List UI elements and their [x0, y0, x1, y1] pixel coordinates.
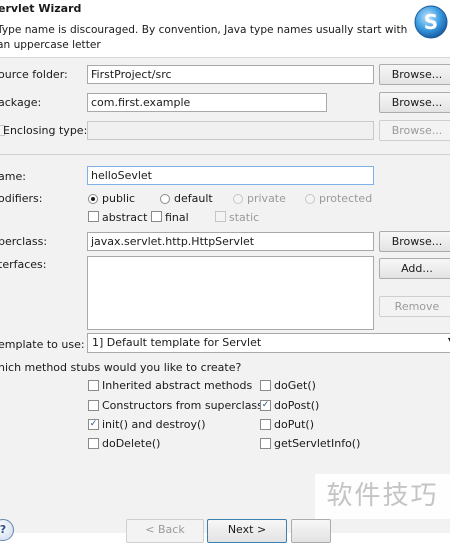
dodelete-checkbox[interactable] [88, 438, 99, 449]
enclosing-type-label: Enclosing type: [3, 124, 88, 137]
constructors-from-superclass-checkbox[interactable] [88, 400, 99, 411]
doget-checkbox[interactable] [260, 380, 271, 391]
protected-label: protected [319, 192, 373, 205]
wizard-banner: ervlet Wizard Type name is discouraged. … [0, 0, 450, 58]
abstract-label: abstract [102, 211, 148, 224]
final-checkbox[interactable] [151, 211, 162, 222]
private-radio[interactable] [233, 194, 243, 204]
doput-label: doPut() [274, 418, 315, 431]
inherited-abstract-methods-label: Inherited abstract methods [102, 379, 253, 392]
section-separator [0, 154, 450, 155]
inherited-abstract-methods-checkbox[interactable] [88, 380, 99, 391]
template-select[interactable]: 1] Default template for Servlet ▼ [87, 333, 450, 353]
warning-message-line2: an uppercase letter [0, 39, 101, 51]
package-browse-button[interactable]: Browse... [379, 92, 450, 113]
default-radio[interactable] [160, 194, 170, 204]
public-label: public [102, 192, 136, 205]
doget-label: doGet() [274, 379, 316, 392]
private-label: private [247, 192, 286, 205]
final-label: final [165, 211, 189, 224]
superclass-browse-button[interactable]: Browse... [379, 231, 450, 252]
source-folder-browse-button[interactable]: Browse... [379, 64, 450, 85]
static-label: static [229, 211, 260, 224]
static-checkbox[interactable] [215, 211, 226, 222]
svg-text:S: S [424, 10, 438, 34]
abstract-checkbox[interactable] [88, 211, 99, 222]
watermark: 软件技巧 [315, 474, 450, 519]
name-field[interactable]: helloSevlet [87, 166, 374, 185]
next-button[interactable]: Next > [207, 519, 287, 543]
dopost-checkbox[interactable]: ✓ [260, 400, 271, 411]
source-folder-label: ource folder: [0, 68, 68, 81]
warning-message-line1: Type name is discouraged. By convention,… [0, 24, 408, 36]
package-label: ackage: [0, 96, 42, 109]
source-folder-field[interactable]: FirstProject/src [87, 65, 374, 84]
constructors-from-superclass-label: Constructors from superclass [102, 399, 263, 412]
protected-radio[interactable] [305, 194, 315, 204]
interfaces-list[interactable] [87, 256, 374, 330]
remove-interface-button[interactable]: Remove [379, 296, 450, 317]
enclosing-type-browse-button[interactable]: Browse... [379, 120, 450, 141]
superclass-label: perclass: [0, 235, 48, 248]
method-stubs-question: hich method stubs would you like to crea… [0, 361, 242, 374]
back-button[interactable]: < Back [126, 519, 204, 543]
template-select-value: 1] Default template for Servlet [92, 336, 262, 349]
template-label: emplate to use: [0, 338, 85, 351]
servlet-wizard-logo-icon: S [414, 5, 448, 39]
modifiers-label: odifiers: [0, 192, 43, 205]
init-destroy-label: init() and destroy() [102, 418, 206, 431]
dopost-label: doPost() [274, 399, 320, 412]
getservletinfo-label: getServletInfo() [274, 437, 361, 450]
add-interface-button[interactable]: Add... [379, 258, 450, 279]
package-field[interactable]: com.first.example [87, 93, 327, 112]
doput-checkbox[interactable] [260, 419, 271, 430]
enclosing-type-field[interactable] [87, 121, 374, 140]
dodelete-label: doDelete() [102, 437, 161, 450]
public-radio[interactable] [88, 194, 98, 204]
default-label: default [174, 192, 213, 205]
init-destroy-checkbox[interactable]: ✓ [88, 419, 99, 430]
name-label: ame: [0, 170, 26, 183]
finish-button-partial[interactable] [291, 519, 331, 543]
getservletinfo-checkbox[interactable] [260, 438, 271, 449]
superclass-field[interactable]: javax.servlet.http.HttpServlet [87, 232, 374, 251]
interfaces-label: terfaces: [0, 258, 47, 271]
wizard-title: ervlet Wizard [0, 2, 82, 15]
